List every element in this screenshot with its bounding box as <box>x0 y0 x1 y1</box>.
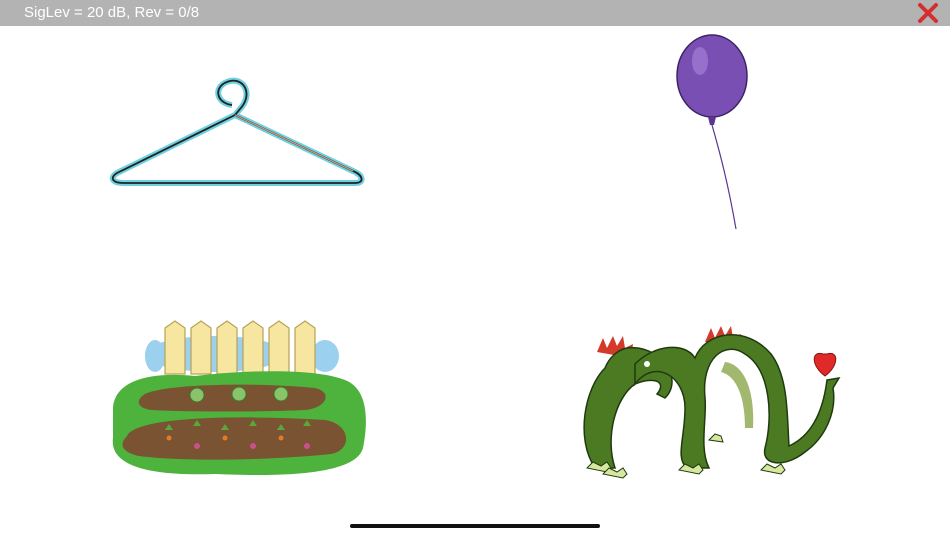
status-bar: SigLev = 20 dB, Rev = 0/8 <box>0 0 950 26</box>
choice-hanger[interactable] <box>105 75 370 195</box>
balloon-icon <box>676 34 748 230</box>
choice-dragon[interactable] <box>575 318 850 483</box>
status-text: SigLev = 20 dB, Rev = 0/8 <box>24 4 200 21</box>
choice-balloon[interactable] <box>670 33 760 233</box>
close-button[interactable] <box>916 2 940 24</box>
choice-garden[interactable] <box>105 318 373 480</box>
dragon-icon <box>583 326 841 479</box>
hanger-icon <box>109 77 365 186</box>
close-x-icon <box>918 3 938 23</box>
home-indicator[interactable] <box>350 524 600 528</box>
garden-icon <box>112 320 366 475</box>
